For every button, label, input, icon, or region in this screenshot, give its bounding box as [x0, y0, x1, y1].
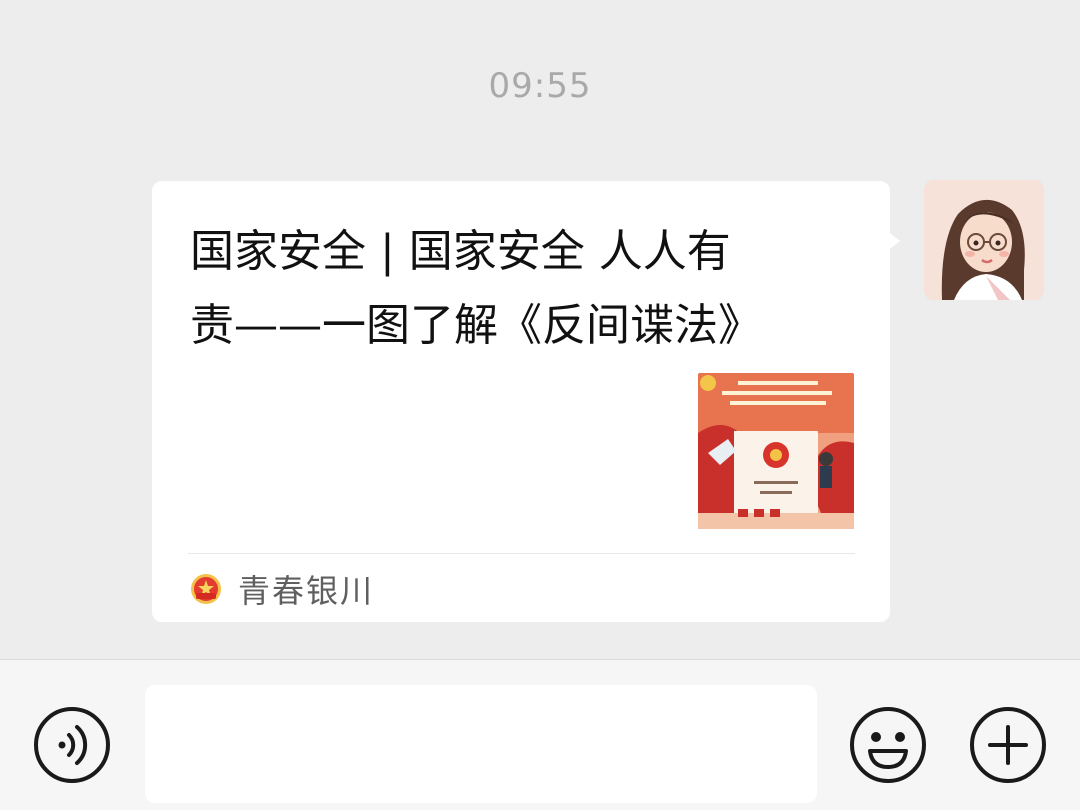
article-thumbnail [698, 373, 854, 529]
message-text-input[interactable] [145, 685, 817, 803]
article-source[interactable]: 青春银川 [190, 567, 374, 611]
article-title-line-1: 国家安全 | 国家安全 人人有 [190, 226, 731, 277]
cartoon-girl-avatar-icon [924, 180, 1044, 300]
source-name: 青春银川 [238, 572, 375, 610]
poster-thumbnail-icon [698, 373, 854, 529]
article-title: 国家安全 | 国家安全 人人有 责——一图了解《反间谍法》 [190, 215, 830, 363]
sender-avatar[interactable] [924, 180, 1044, 300]
chat-screen: 09:55 国家安全 | 国家安全 人人有 责——一图了解《反间谍法》 青春银川 [0, 0, 1080, 810]
article-title-line-2: 责——一图了解《反间谍法》 [190, 300, 762, 351]
card-divider [188, 553, 855, 554]
message-timestamp: 09:55 [488, 66, 592, 106]
emoji-smile-icon[interactable] [848, 705, 928, 785]
plus-circle-icon[interactable] [968, 705, 1048, 785]
shared-article-card[interactable]: 国家安全 | 国家安全 人人有 责——一图了解《反间谍法》 青春银川 [152, 181, 890, 622]
youth-league-emblem-icon [191, 574, 221, 604]
voice-input-icon[interactable] [32, 705, 112, 785]
